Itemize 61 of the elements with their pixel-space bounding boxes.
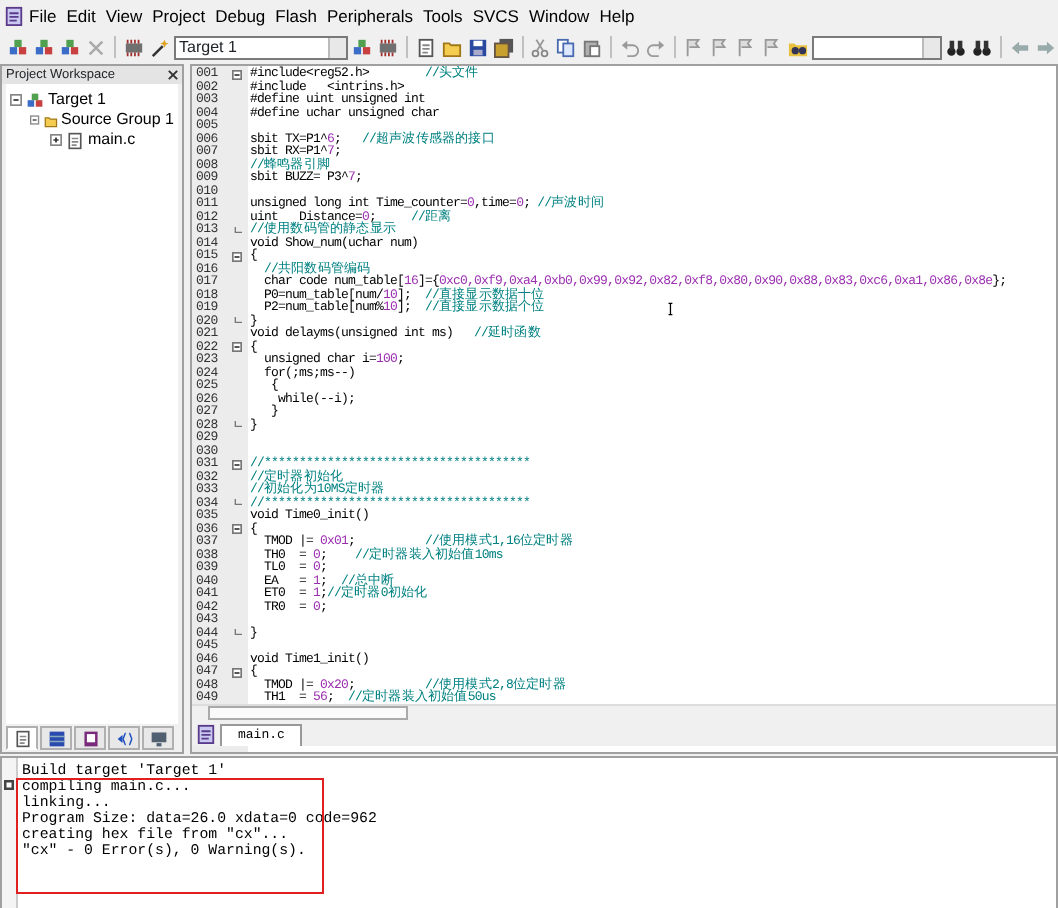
blocks-icon[interactable]	[351, 37, 372, 57]
tree-item[interactable]: main.c	[88, 130, 136, 150]
save-all-icon[interactable]	[493, 37, 514, 57]
open-folder-icon	[43, 111, 58, 129]
blocks-icon[interactable]	[59, 37, 80, 57]
panel-tab[interactable]	[74, 726, 106, 750]
book-icon	[81, 729, 99, 747]
menu-item[interactable]: View	[100, 4, 148, 28]
blocks-icon[interactable]	[33, 37, 54, 57]
fold-icon[interactable]	[232, 524, 242, 535]
fold-icon[interactable]	[232, 69, 242, 80]
menu-item[interactable]: File	[24, 4, 62, 28]
save-icon[interactable]	[467, 37, 488, 57]
menu-item[interactable]: SVCS	[467, 4, 524, 28]
braces-icon	[115, 729, 133, 747]
menu-item[interactable]: Help	[594, 4, 640, 28]
blocks-icon	[26, 91, 44, 109]
menu-item[interactable]: Flash	[270, 4, 322, 28]
menu-item[interactable]: Peripherals	[321, 4, 418, 28]
binoculars-icon[interactable]	[972, 37, 993, 57]
panel-tab[interactable]	[6, 726, 38, 750]
tree-item[interactable]: Source Group 1	[61, 110, 174, 130]
panel-tab[interactable]	[142, 726, 174, 750]
wand-icon[interactable]	[149, 37, 170, 57]
scrollbar-thumb[interactable]	[208, 706, 408, 720]
chip-icon[interactable]	[123, 37, 144, 57]
expand-icon[interactable]	[50, 134, 62, 146]
collapse-icon[interactable]	[30, 114, 40, 126]
grid-icon	[47, 729, 65, 747]
tree-item[interactable]: Target 1	[48, 90, 106, 110]
app-icon	[4, 6, 24, 26]
scissors-icon[interactable]	[530, 37, 551, 57]
app-icon	[196, 723, 216, 743]
collapse-icon[interactable]	[10, 94, 22, 106]
panel-tab[interactable]	[108, 726, 140, 750]
new-file-icon[interactable]	[415, 37, 436, 57]
open-folder-icon[interactable]	[441, 37, 462, 57]
fold-icon[interactable]	[232, 342, 242, 353]
code-editor[interactable]	[190, 64, 1058, 754]
copy-icon[interactable]	[556, 37, 577, 57]
fold-icon[interactable]	[232, 459, 242, 470]
pin-icon[interactable]	[4, 780, 14, 791]
menu-item[interactable]: Window	[523, 4, 595, 28]
folder-binoculars-icon[interactable]	[787, 37, 808, 57]
menu-item[interactable]: Debug	[210, 4, 271, 28]
panel-tab[interactable]	[40, 726, 72, 750]
new-file-icon	[66, 131, 84, 149]
chip-icon[interactable]	[377, 37, 398, 57]
menu-item[interactable]: Edit	[61, 4, 101, 28]
close-icon[interactable]	[168, 70, 178, 80]
menu-item[interactable]: Project	[147, 4, 211, 28]
menu-item[interactable]: Tools	[417, 4, 468, 28]
binoculars-icon[interactable]	[946, 37, 967, 57]
new-file-icon	[13, 729, 31, 747]
fold-icon[interactable]	[232, 667, 242, 678]
target-select[interactable]: Target 1	[173, 35, 348, 59]
monitor-icon	[149, 729, 167, 747]
clipboard-icon[interactable]	[582, 37, 603, 57]
find-combo[interactable]	[811, 35, 943, 59]
fold-icon[interactable]	[232, 251, 242, 262]
blocks-icon[interactable]	[7, 37, 28, 57]
